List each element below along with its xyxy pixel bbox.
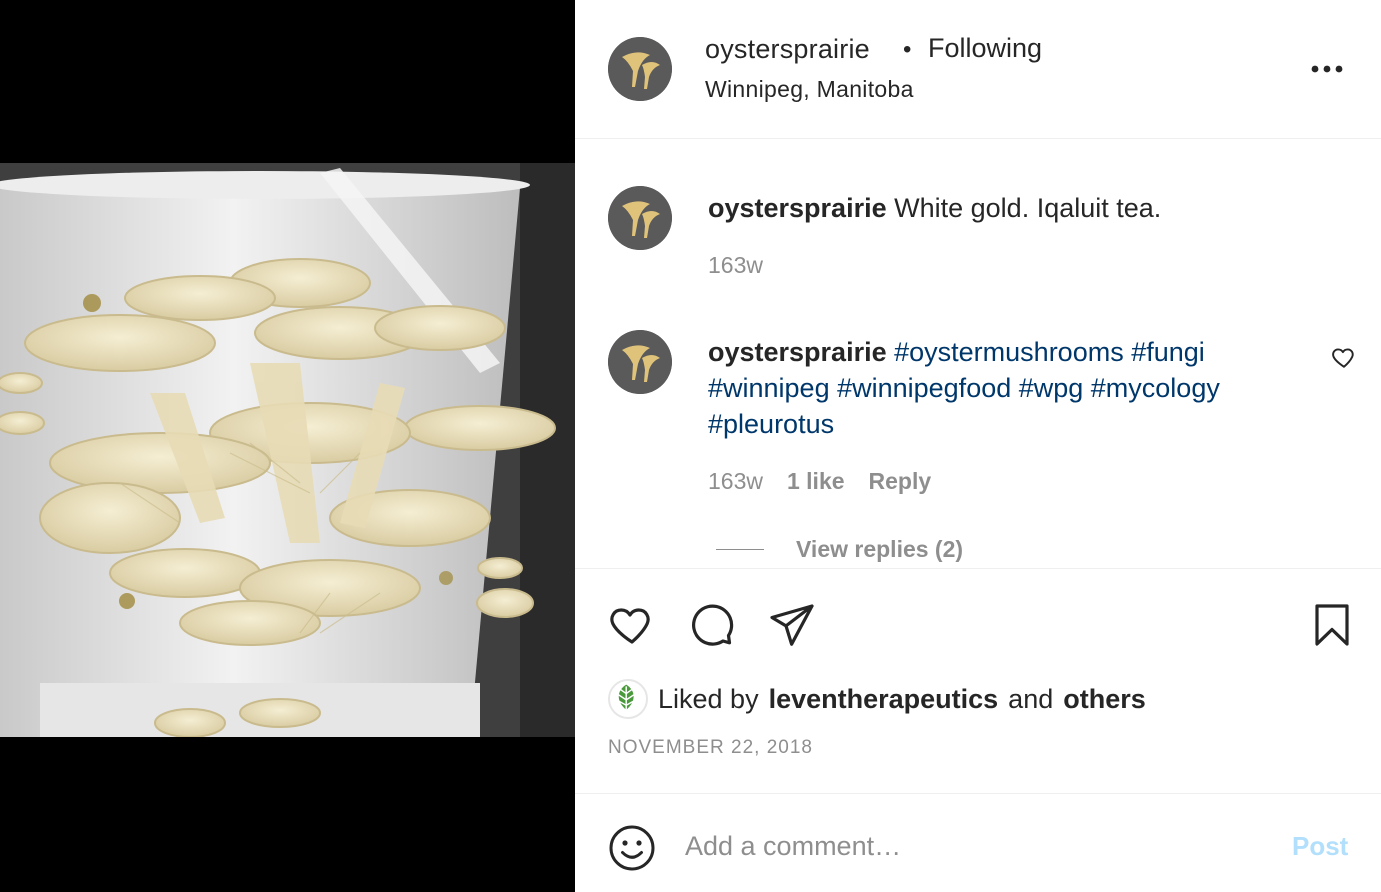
send-icon[interactable]: [768, 601, 816, 649]
hashtags-line-3[interactable]: #pleurotus: [708, 409, 834, 439]
more-options-icon: [1311, 65, 1343, 73]
comment-icon[interactable]: [688, 601, 736, 649]
view-replies-label: View replies (2): [796, 536, 964, 562]
heart-icon[interactable]: [608, 601, 656, 649]
comment-username[interactable]: oystersprairie: [708, 193, 887, 223]
comment-meta: 163w 1 like Reply: [708, 468, 931, 495]
post-dialog: oystersprairie • Following Winnipeg, Man…: [0, 0, 1381, 892]
mushroom-logo-icon: [608, 37, 672, 101]
comment-body: oystersprairie White gold. Iqaluit tea.: [708, 190, 1308, 226]
reply-button[interactable]: Reply: [869, 468, 932, 495]
replies-divider-line: [716, 549, 764, 550]
profile-avatar[interactable]: [608, 37, 672, 101]
comment-likes[interactable]: 1 like: [787, 468, 845, 495]
emoji-icon[interactable]: [608, 824, 656, 872]
post-button[interactable]: Post: [1292, 831, 1348, 862]
comment-input[interactable]: [685, 821, 1245, 871]
header-separator: •: [903, 36, 912, 63]
comment-age[interactable]: 163w: [708, 468, 763, 495]
comments-list[interactable]: oystersprairie White gold. Iqaluit tea. …: [575, 140, 1381, 568]
comment-body: oystersprairie #oystermushrooms #fungi #…: [708, 334, 1308, 442]
comment-text: White gold. Iqaluit tea.: [894, 193, 1162, 223]
hashtags-line-2[interactable]: #winnipeg #winnipegfood #wpg #mycology: [708, 373, 1220, 403]
mushroom-logo-icon: [608, 330, 672, 394]
comment-avatar[interactable]: [608, 330, 672, 394]
post-panel: oystersprairie • Following Winnipeg, Man…: [575, 0, 1381, 892]
comment-age[interactable]: 163w: [708, 252, 763, 279]
comment-avatar[interactable]: [608, 186, 672, 250]
post-location[interactable]: Winnipeg, Manitoba: [705, 76, 914, 103]
comment-username[interactable]: oystersprairie: [708, 337, 887, 367]
post-username[interactable]: oystersprairie: [705, 34, 870, 65]
mushroom-logo-icon: [608, 186, 672, 250]
bookmark-icon[interactable]: [1308, 601, 1356, 649]
more-options-button[interactable]: [1305, 55, 1349, 83]
comment-meta: 163w: [708, 252, 763, 279]
leaf-logo-icon: [610, 681, 643, 714]
post-photo[interactable]: [0, 163, 575, 737]
liked-by-conjunction: and: [1008, 683, 1054, 714]
post-date[interactable]: NOVEMBER 22, 2018: [608, 737, 813, 759]
liked-by-prefix: Liked by: [658, 683, 759, 714]
post-header: oystersprairie • Following Winnipeg, Man…: [575, 0, 1381, 139]
liked-by-row: Liked by leventherapeutics and others: [608, 679, 1146, 719]
liker-avatar[interactable]: [608, 679, 648, 719]
hashtags-line-1[interactable]: #oystermushrooms #fungi: [894, 337, 1205, 367]
others-link[interactable]: others: [1063, 684, 1146, 715]
post-actions-section: Liked by leventherapeutics and others NO…: [575, 568, 1381, 794]
add-comment-bar: Post: [575, 795, 1381, 892]
post-media: [0, 0, 575, 892]
like-comment-heart-icon[interactable]: [1331, 344, 1357, 370]
mushroom-photo: [0, 163, 575, 737]
liker-username[interactable]: leventherapeutics: [769, 684, 999, 715]
view-replies-button[interactable]: View replies (2): [716, 536, 963, 563]
following-button[interactable]: Following: [928, 33, 1042, 64]
